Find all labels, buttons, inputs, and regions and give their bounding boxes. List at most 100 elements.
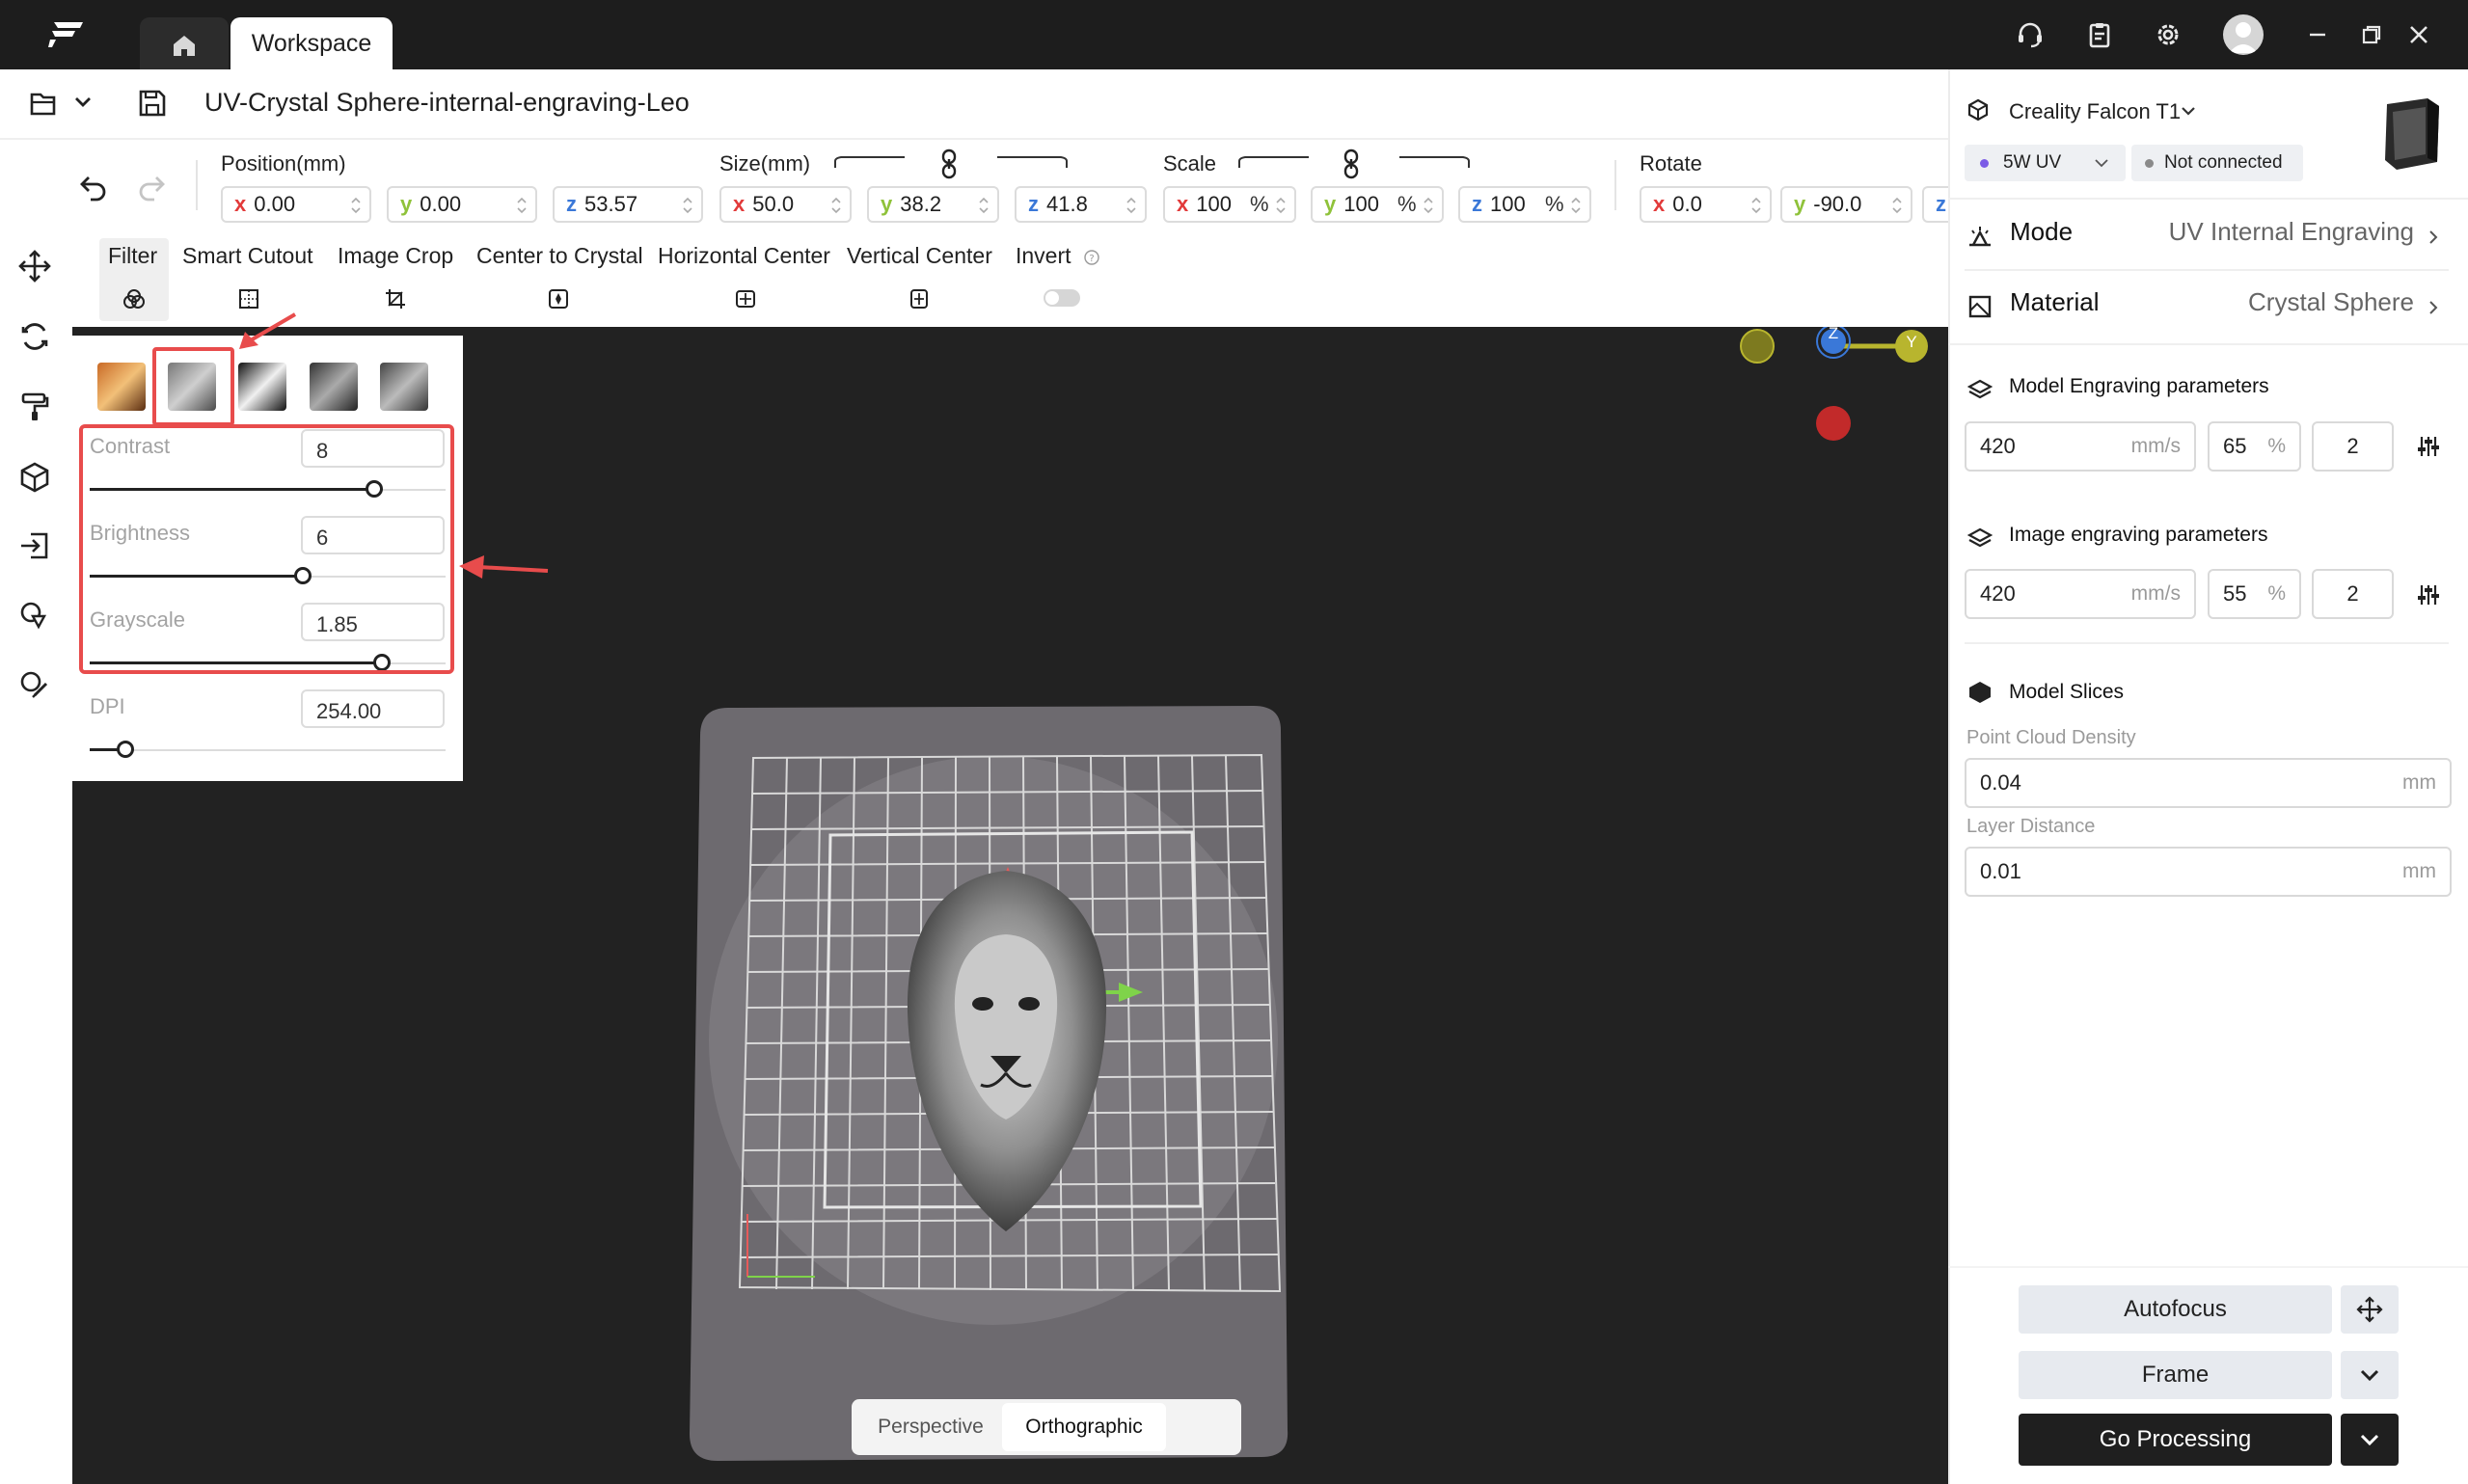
minimize-icon[interactable] — [2301, 18, 2334, 51]
close-icon[interactable] — [2402, 18, 2435, 51]
model-passes-input[interactable]: 2 — [2312, 421, 2394, 472]
layer-distance-input[interactable]: 0.01 mm — [1965, 847, 2452, 897]
size-y-input[interactable]: y 38.2 — [867, 186, 999, 223]
rotate-z-input[interactable]: z — [1922, 186, 1948, 223]
view-switcher: Perspective Orthographic — [852, 1399, 1241, 1455]
go-processing-button[interactable]: Go Processing — [2019, 1414, 2332, 1466]
density-input[interactable]: 0.04 mm — [1965, 758, 2452, 808]
frame-options-button[interactable] — [2341, 1351, 2399, 1399]
stepper-icon[interactable] — [1423, 195, 1434, 216]
invert-toggle[interactable] — [1044, 289, 1080, 307]
save-icon[interactable] — [136, 87, 169, 120]
model-speed-input[interactable]: 420 mm/s — [1965, 421, 2196, 472]
smart-cutout-icon[interactable] — [237, 287, 260, 310]
material-row[interactable]: Material Crystal Sphere — [1965, 278, 2447, 339]
mode-row[interactable]: Mode UV Internal Engraving — [1965, 207, 2447, 269]
model-power-input[interactable]: 65% — [2208, 421, 2301, 472]
axis-z-label: z — [566, 192, 577, 216]
shapes-icon[interactable] — [17, 598, 52, 633]
size-z-value: 41.8 — [1046, 192, 1088, 216]
rotate-x-input[interactable]: x 0.0 — [1640, 186, 1772, 223]
home-tab[interactable] — [140, 17, 229, 69]
open-file-icon[interactable] — [27, 87, 62, 121]
scale-label: Scale — [1163, 151, 1217, 175]
link-icon[interactable] — [1341, 148, 1362, 179]
paint-roller-icon[interactable] — [17, 390, 52, 424]
filter-preset-color[interactable] — [97, 363, 146, 411]
stepper-icon[interactable] — [1126, 195, 1137, 216]
filter-preset-dither[interactable] — [310, 363, 358, 411]
headset-icon[interactable] — [2014, 18, 2047, 51]
image-crop-label[interactable]: Image Crop — [338, 243, 453, 269]
machine-image — [2379, 93, 2447, 174]
adjust-sliders-icon[interactable] — [2416, 582, 2441, 607]
crop-icon[interactable] — [384, 287, 407, 310]
chevron-down-icon[interactable] — [2180, 104, 2197, 118]
autofocus-button[interactable]: Autofocus — [2019, 1285, 2332, 1334]
dpi-input[interactable]: 254.00 — [301, 689, 445, 728]
shapes-edit-icon[interactable] — [17, 667, 52, 702]
import-icon[interactable] — [17, 528, 52, 563]
laser-selector[interactable]: 5W UV — [1965, 145, 2126, 181]
filter-preset-sketch[interactable] — [238, 363, 286, 411]
scale-z-input[interactable]: z 100% — [1458, 186, 1591, 223]
clipboard-icon[interactable] — [2083, 18, 2116, 51]
size-z-input[interactable]: z 41.8 — [1015, 186, 1147, 223]
image-passes-input[interactable]: 2 — [2312, 569, 2394, 619]
connection-status: Not connected — [2131, 145, 2303, 181]
stepper-icon[interactable] — [830, 195, 842, 216]
view-perspective-button[interactable]: Perspective — [855, 1403, 1006, 1451]
dpi-slider-handle[interactable] — [117, 741, 134, 758]
chevron-down-icon[interactable] — [73, 94, 93, 110]
scale-y-input[interactable]: y 100% — [1311, 186, 1444, 223]
undo-icon[interactable] — [77, 170, 110, 202]
center-crystal-icon[interactable] — [547, 287, 570, 310]
stepper-icon[interactable] — [350, 195, 362, 216]
autofocus-options-button[interactable] — [2341, 1285, 2399, 1334]
position-z-input[interactable]: z 53.57 — [553, 186, 703, 223]
link-icon[interactable] — [938, 148, 960, 179]
view-orthographic-button[interactable]: Orthographic — [1002, 1403, 1166, 1451]
stepper-icon[interactable] — [1570, 195, 1582, 216]
image-power-input[interactable]: 55% — [2208, 569, 2301, 619]
stepper-icon[interactable] — [1275, 195, 1287, 216]
lion-engraving-image[interactable] — [888, 867, 1125, 1233]
horizontal-center-label[interactable]: Horizontal Center — [658, 243, 830, 269]
stepper-icon[interactable] — [1891, 195, 1903, 216]
stepper-icon[interactable] — [516, 195, 528, 216]
frame-button[interactable]: Frame — [2019, 1351, 2332, 1399]
size-x-input[interactable]: x 50.0 — [719, 186, 852, 223]
move-icon[interactable] — [17, 249, 52, 283]
restore-icon[interactable] — [2355, 18, 2388, 51]
horizontal-center-icon[interactable] — [734, 287, 757, 310]
device-name[interactable]: Creality Falcon T1 — [2009, 99, 2181, 124]
filter-tool-label[interactable]: Filter — [108, 243, 157, 269]
filter-icon[interactable] — [122, 287, 146, 310]
center-to-crystal-label[interactable]: Center to Crystal — [476, 243, 643, 269]
position-y-input[interactable]: y 0.00 — [387, 186, 537, 223]
file-title: UV-Crystal Sphere-internal-engraving-Leo — [204, 88, 690, 117]
vertical-center-label[interactable]: Vertical Center — [847, 243, 992, 269]
rotate-y-input[interactable]: y -90.0 — [1780, 186, 1912, 223]
position-z-value: 53.57 — [584, 192, 638, 216]
help-icon[interactable]: ? — [1083, 249, 1100, 266]
filter-preset-engrave[interactable] — [380, 363, 428, 411]
cube-icon[interactable] — [17, 460, 52, 495]
stepper-icon[interactable] — [978, 195, 990, 216]
redo-icon[interactable] — [135, 170, 168, 202]
vertical-center-icon[interactable] — [908, 287, 931, 310]
scale-x-input[interactable]: x 100% — [1163, 186, 1296, 223]
adjust-sliders-icon[interactable] — [2416, 434, 2441, 459]
smart-cutout-label[interactable]: Smart Cutout — [182, 243, 313, 269]
invert-label: Invert — [1016, 243, 1071, 268]
rotate-icon[interactable] — [17, 319, 52, 354]
position-x-input[interactable]: x 0.00 — [221, 186, 371, 223]
dpi-slider-track[interactable] — [90, 749, 446, 751]
avatar[interactable] — [2223, 14, 2264, 55]
stepper-icon[interactable] — [682, 195, 693, 216]
settings-icon[interactable] — [2152, 18, 2184, 51]
tab-workspace[interactable]: Workspace — [231, 17, 393, 69]
processing-options-button[interactable] — [2341, 1414, 2399, 1466]
image-speed-input[interactable]: 420 mm/s — [1965, 569, 2196, 619]
stepper-icon[interactable] — [1750, 195, 1762, 216]
